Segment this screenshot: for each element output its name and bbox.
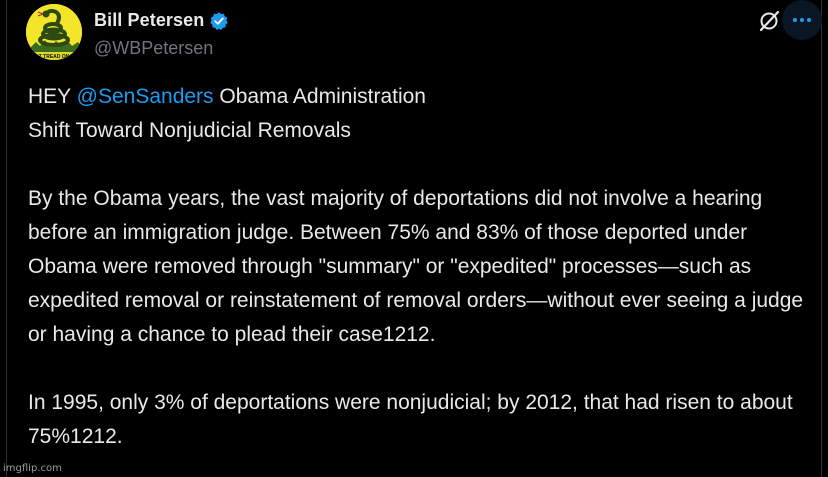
- imgflip-watermark: imgflip.com: [3, 463, 62, 474]
- tweet-header: T TREAD ON Bill Petersen @WBPetersen: [26, 0, 822, 60]
- more-options-button[interactable]: [782, 0, 822, 40]
- mention-link[interactable]: @SenSanders: [77, 85, 214, 108]
- tweet-line-2: Shift Toward Nonjudicial Removals: [28, 119, 351, 142]
- tweet-paragraph-3: In 1995, only 3% of deportations were no…: [28, 391, 793, 448]
- gadsden-flag-icon: T TREAD ON: [26, 4, 82, 60]
- left-border: [6, 0, 7, 477]
- verified-badge-icon: [210, 11, 229, 30]
- tweet-text: HEY @SenSanders Obama Administration Shi…: [28, 80, 818, 454]
- user-handle[interactable]: @WBPetersen: [94, 38, 213, 59]
- tweet-line-1: HEY @SenSanders Obama Administration: [28, 80, 818, 114]
- tweet-paragraph-2: By the Obama years, the vast majority of…: [28, 187, 804, 346]
- display-name[interactable]: Bill Petersen: [94, 10, 204, 31]
- avatar[interactable]: T TREAD ON: [26, 4, 82, 60]
- right-border: [821, 0, 822, 477]
- svg-text:T TREAD ON: T TREAD ON: [39, 54, 70, 60]
- tweet-headline: Obama Administration: [213, 85, 426, 108]
- tweet-prefix: HEY: [28, 85, 77, 108]
- grok-icon[interactable]: [757, 9, 781, 33]
- name-row: Bill Petersen: [94, 10, 229, 31]
- more-dots-icon: [793, 18, 811, 22]
